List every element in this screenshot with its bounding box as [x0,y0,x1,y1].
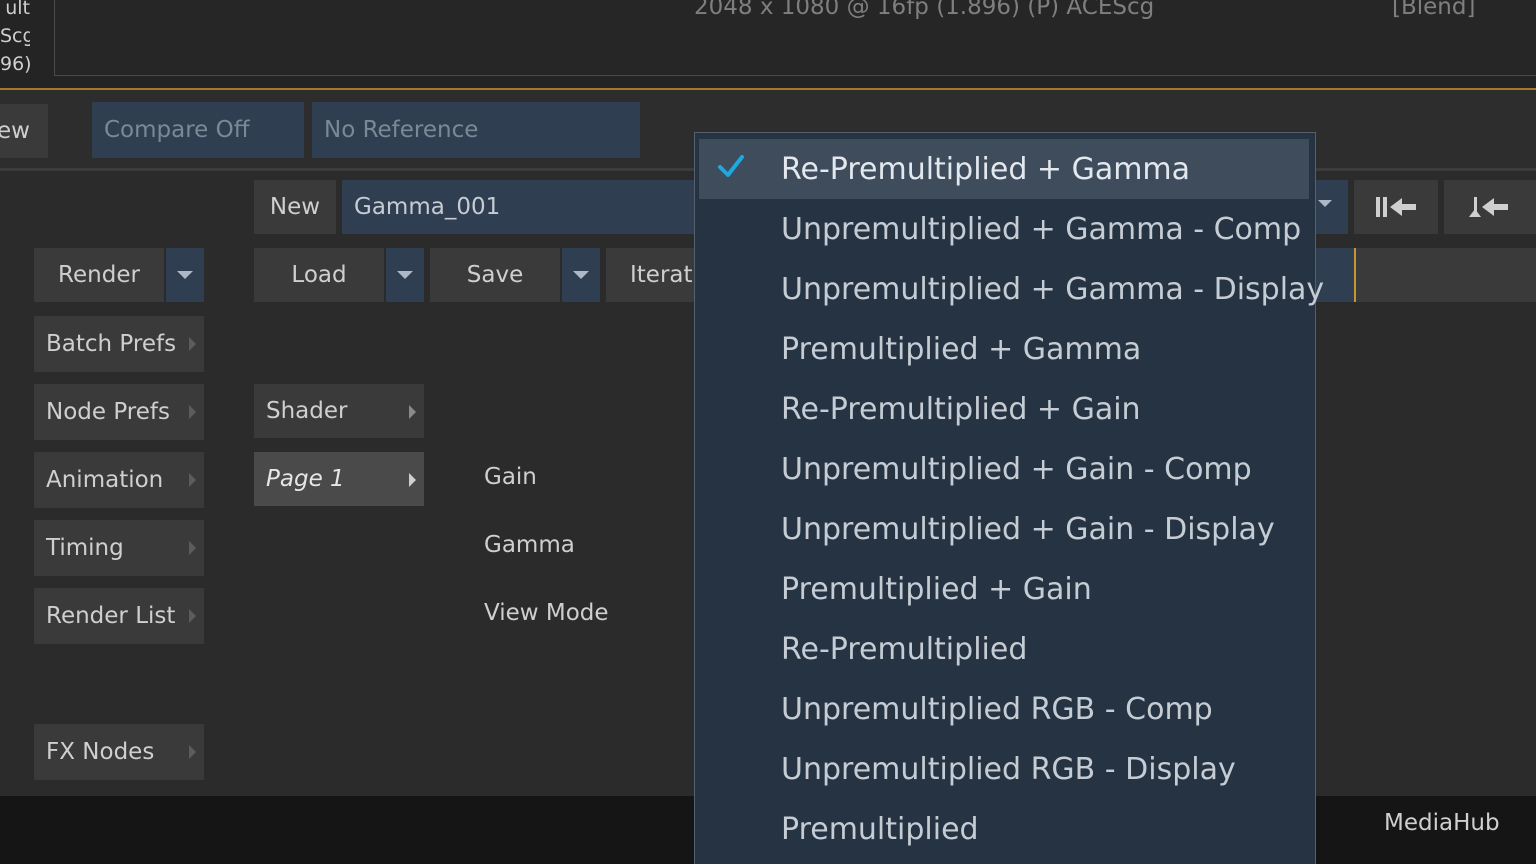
dropdown-item[interactable]: Unpremultiplied + Gamma - Display [699,259,1324,319]
load-button[interactable]: Load [254,248,384,302]
viewer-side-text: 96) [0,53,30,75]
timeline-field[interactable] [1354,248,1536,302]
chevron-down-icon [573,271,589,279]
render-button-label: Render [58,262,140,288]
dropdown-item[interactable]: Unpremultiplied RGB - Display [699,739,1309,799]
shader-page-label: Shader [266,398,348,424]
view-mode-dropdown-menu: Re-Premultiplied + Gamma Unpremultiplied… [694,132,1324,864]
fx-nodes-label: FX Nodes [46,739,155,765]
dropdown-item[interactable]: Premultiplied + Gamma [699,319,1309,379]
chevron-right-icon [189,745,196,759]
save-button-label: Save [466,262,524,288]
dropdown-item[interactable]: Unpremultiplied RGB - Comp [699,679,1309,739]
render-button[interactable]: Render [34,248,164,302]
dropdown-item[interactable]: Re-Premultiplied + Gain [699,379,1309,439]
dropdown-item[interactable]: Unpremultiplied + Gamma - Comp [699,199,1309,259]
dropdown-item-label: Re-Premultiplied [781,631,1028,667]
iterate-button[interactable]: Iterat [606,248,706,302]
chevron-right-icon [409,405,416,419]
new-button[interactable]: New [254,180,336,234]
viewer-side-text: ult [5,0,30,19]
dropdown-item-label: Premultiplied + Gamma [781,331,1142,367]
chevron-right-icon [189,405,196,419]
setup-dropdown-icon[interactable] [1318,200,1332,207]
batch-prefs-button[interactable]: Batch Prefs [34,316,204,372]
load-dropdown[interactable] [386,248,424,302]
chevron-right-icon [409,473,416,487]
chevron-right-icon [189,337,196,351]
animation-label: Animation [46,467,164,493]
save-button[interactable]: Save [430,248,560,302]
timing-label: Timing [46,535,124,561]
compare-label: Compare Off [104,117,250,143]
reference-label: No Reference [324,117,479,143]
load-button-label: Load [291,262,347,288]
dropdown-item-label: Unpremultiplied RGB - Display [781,751,1236,787]
page-1-button[interactable]: Page 1 [254,452,424,506]
chevron-down-icon [397,271,413,279]
shader-page-button[interactable]: Shader [254,384,424,438]
dropdown-item-label: Premultiplied + Gain [781,571,1092,607]
dropdown-item-re-premultiplied-gamma[interactable]: Re-Premultiplied + Gamma [699,139,1309,199]
mediahub-tab[interactable]: MediaHub [1384,810,1500,836]
viewer-blend-label: [Blend] [1392,0,1476,20]
fx-nodes-button[interactable]: FX Nodes [34,724,204,780]
dropdown-item-label: Unpremultiplied + Gamma - Comp [781,211,1302,247]
gain-label: Gain [484,464,537,490]
view-button-label: ew [0,118,30,144]
dropdown-item[interactable]: Unpremultiplied + Gain - Display [699,499,1309,559]
setup-name-value: Gamma_001 [354,194,501,220]
viewer-info: 2048 x 1080 @ 16fp (1.896) (P) ACEScg [694,0,1155,20]
dropdown-item-label: Unpremultiplied + Gain - Comp [781,451,1252,487]
viewer-side-text: Scg [0,25,30,47]
node-prefs-button[interactable]: Node Prefs [34,384,204,440]
chevron-down-icon [177,271,193,279]
dropdown-item-label: Unpremultiplied + Gain - Display [781,511,1275,547]
step-back-icon [1469,197,1508,217]
previous-frame-button[interactable] [1444,180,1536,234]
dropdown-item-label: Re-Premultiplied + Gain [781,391,1141,427]
reference-dropdown[interactable]: No Reference [312,102,640,158]
view-mode-label: View Mode [484,600,609,626]
go-to-start-button[interactable] [1354,180,1438,234]
dropdown-item[interactable]: Re-Premultiplied [699,619,1309,679]
chevron-right-icon [189,473,196,487]
dropdown-item-label: Re-Premultiplied + Gamma [781,151,1191,187]
dropdown-item-label: Unpremultiplied + Gamma - Display [781,271,1325,307]
timing-button[interactable]: Timing [34,520,204,576]
chevron-right-icon [189,609,196,623]
gamma-label: Gamma [484,532,575,558]
skip-to-start-icon [1376,197,1416,217]
dropdown-item[interactable]: Unpremultiplied + Gain - Comp [699,439,1309,499]
compare-dropdown[interactable]: Compare Off [92,102,304,158]
page-1-label: Page 1 [266,466,345,492]
batch-prefs-label: Batch Prefs [46,331,177,357]
check-icon [718,155,744,177]
dropdown-item-label: Premultiplied [781,811,979,847]
dropdown-item[interactable]: Premultiplied [699,799,1309,859]
iterate-button-label: Iterat [630,262,693,288]
dropdown-item[interactable]: Premultiplied + Gain [699,559,1309,619]
chevron-right-icon [189,541,196,555]
new-button-label: New [269,194,321,220]
save-dropdown[interactable] [562,248,600,302]
node-prefs-label: Node Prefs [46,399,170,425]
render-list-button[interactable]: Render List [34,588,204,644]
render-dropdown[interactable] [166,248,204,302]
dropdown-item-label: Unpremultiplied RGB - Comp [781,691,1213,727]
render-list-label: Render List [46,603,176,629]
view-button[interactable]: ew [0,104,48,158]
animation-button[interactable]: Animation [34,452,204,508]
